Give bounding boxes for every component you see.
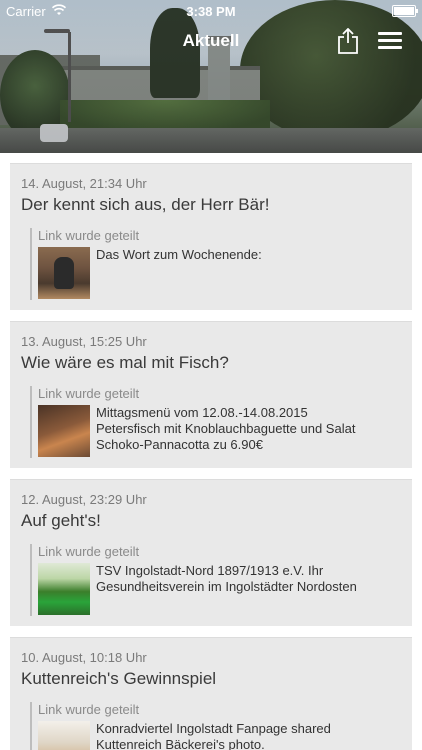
link-text-line: Konradviertel Ingolstadt Fanpage shared	[96, 721, 331, 736]
status-bar: Carrier 3:38 PM	[0, 0, 422, 22]
status-time: 3:38 PM	[186, 4, 236, 19]
link-thumbnail[interactable]	[38, 563, 90, 615]
header-banner: Carrier 3:38 PM Aktuell	[0, 0, 422, 153]
shared-link-block[interactable]: Link wurde geteilt Mittagsmenü vom 12.08…	[30, 386, 355, 458]
post-card[interactable]: 14. August, 21:34 Uhr Der kennt sich aus…	[10, 163, 412, 310]
post-card[interactable]: 10. August, 10:18 Uhr Kuttenreich's Gewi…	[10, 637, 412, 750]
shared-link-block[interactable]: Link wurde geteilt Konradviertel Ingolst…	[30, 702, 331, 750]
shared-link-block[interactable]: Link wurde geteilt Das Wort zum Wochenen…	[30, 228, 262, 300]
link-text-line: Petersfisch mit Knoblauchbaguette und Sa…	[96, 421, 356, 436]
share-icon[interactable]	[336, 28, 360, 54]
link-text-line: Gesundheitsverein im Ingolstädter Nordos…	[96, 579, 357, 594]
link-text-line: Kuttenreich Bäckerei's photo.	[96, 737, 265, 750]
post-card[interactable]: 12. August, 23:29 Uhr Auf geht's! Link w…	[10, 479, 412, 626]
news-feed[interactable]: 14. August, 21:34 Uhr Der kennt sich aus…	[0, 153, 422, 750]
shared-link-label: Link wurde geteilt	[38, 386, 140, 401]
shared-link-label: Link wurde geteilt	[38, 228, 140, 243]
link-text-line: Schoko-Pannacotta zu 6.90€	[96, 437, 263, 452]
link-thumbnail[interactable]	[38, 721, 90, 750]
link-text[interactable]: Das Wort zum Wochenende:	[96, 247, 262, 299]
post-date: 14. August, 21:34 Uhr	[21, 176, 147, 191]
shared-link-block[interactable]: Link wurde geteilt TSV Ingolstadt-Nord 1…	[30, 544, 357, 616]
link-thumbnail[interactable]	[38, 405, 90, 457]
post-title: Der kennt sich aus, der Herr Bär!	[21, 195, 270, 214]
battery-icon	[392, 5, 418, 17]
post-title: Wie wäre es mal mit Fisch?	[21, 353, 229, 372]
link-text[interactable]: Mittagsmenü vom 12.08.-14.08.2015 Peters…	[96, 405, 355, 457]
post-date: 10. August, 10:18 Uhr	[21, 650, 147, 665]
hamburger-menu-icon[interactable]	[378, 32, 402, 50]
post-date: 13. August, 15:25 Uhr	[21, 334, 147, 349]
link-text-line: TSV Ingolstadt-Nord 1897/1913 e.V. Ihr	[96, 563, 324, 578]
shared-link-label: Link wurde geteilt	[38, 702, 140, 717]
link-thumbnail[interactable]	[38, 247, 90, 299]
post-title: Auf geht's!	[21, 511, 101, 530]
link-text[interactable]: Konradviertel Ingolstadt Fanpage shared …	[96, 721, 331, 750]
shared-link-label: Link wurde geteilt	[38, 544, 140, 559]
link-text-line: Mittagsmenü vom 12.08.-14.08.2015	[96, 405, 308, 420]
post-date: 12. August, 23:29 Uhr	[21, 492, 147, 507]
post-card[interactable]: 13. August, 15:25 Uhr Wie wäre es mal mi…	[10, 321, 412, 468]
link-text[interactable]: TSV Ingolstadt-Nord 1897/1913 e.V. Ihr G…	[96, 563, 357, 615]
post-title: Kuttenreich's Gewinnspiel	[21, 669, 217, 688]
header-scrim	[0, 0, 422, 153]
link-text-line: Das Wort zum Wochenende:	[96, 247, 262, 262]
